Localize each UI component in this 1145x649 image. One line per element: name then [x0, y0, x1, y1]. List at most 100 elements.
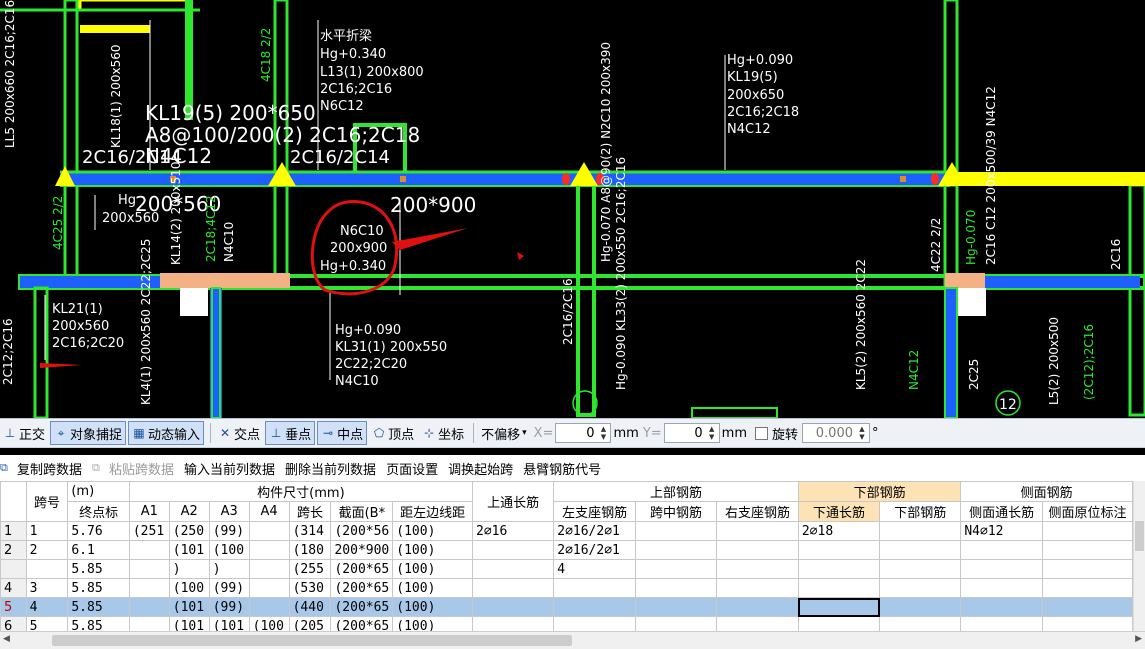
- cell-side-through[interactable]: [960, 559, 1044, 579]
- cell-side-original[interactable]: [1042, 616, 1133, 631]
- header-a4[interactable]: A4: [248, 501, 290, 522]
- cell-bottom[interactable]: [879, 559, 962, 579]
- copy-span-button[interactable]: ⧉ 复制跨数据: [0, 459, 82, 478]
- cell-right-support[interactable]: [716, 597, 799, 617]
- cell-mid[interactable]: [634, 578, 718, 598]
- cell-a4[interactable]: [248, 521, 290, 541]
- header-bottom[interactable]: 下部钢筋: [879, 501, 962, 522]
- cell-mid[interactable]: [634, 540, 718, 560]
- cell-right-support[interactable]: [716, 540, 799, 560]
- cell-bottom[interactable]: [879, 540, 962, 560]
- cell-top-through[interactable]: [471, 616, 555, 631]
- midpoint-button[interactable]: ⊸ 中点: [317, 421, 368, 445]
- cell-coord[interactable]: 5.85: [67, 559, 130, 579]
- cell-section[interactable]: 200*900: [330, 540, 394, 560]
- cell-side-original[interactable]: [1042, 578, 1133, 598]
- cell-a2[interactable]: ): [168, 559, 210, 579]
- cell-span[interactable]: 3: [25, 578, 69, 598]
- cell-left-support[interactable]: [553, 616, 636, 631]
- cell-a1[interactable]: [128, 578, 170, 598]
- x-input[interactable]: 0 ▲ ▼: [555, 423, 612, 443]
- rotate-input[interactable]: 0.000 ▲ ▼: [802, 423, 870, 443]
- scroll-thumb[interactable]: [52, 635, 572, 646]
- page-setup-button[interactable]: 页面设置: [386, 459, 438, 478]
- header-side-group[interactable]: 侧面钢筋: [960, 481, 1133, 502]
- cell-right-support[interactable]: [716, 521, 799, 541]
- header-rownum[interactable]: [0, 481, 27, 522]
- cell-side-through[interactable]: N4⌀12: [960, 521, 1044, 541]
- header-length[interactable]: 跨长: [288, 501, 332, 522]
- input-column-button[interactable]: 输入当前列数据: [184, 459, 275, 478]
- cell-span[interactable]: 1: [25, 521, 69, 541]
- header-bottom-group[interactable]: 下部钢筋: [797, 481, 962, 502]
- cell-bottom-through[interactable]: [797, 559, 881, 579]
- cell-a3[interactable]: ): [208, 559, 250, 579]
- cell-bottom[interactable]: [879, 578, 962, 598]
- header-section[interactable]: 截面(B*: [330, 501, 394, 522]
- cell-coord[interactable]: 5.85: [67, 616, 130, 631]
- table-row[interactable]: 5 4 5.85 (101 (99) (440 (200*65 (100): [0, 597, 1133, 617]
- cell-span[interactable]: [25, 559, 69, 579]
- cell-a2[interactable]: (101: [168, 616, 210, 631]
- cell-a2[interactable]: (100: [168, 578, 210, 598]
- row-number[interactable]: 4: [0, 578, 27, 598]
- cell-right-support[interactable]: [716, 616, 799, 631]
- cell-length[interactable]: (440: [288, 597, 332, 617]
- header-a2[interactable]: A2: [168, 501, 210, 522]
- cell-left-support[interactable]: [553, 597, 636, 617]
- cell-a2[interactable]: (101: [168, 540, 210, 560]
- cell-span[interactable]: 4: [25, 597, 69, 617]
- cell-a3[interactable]: (99): [208, 578, 250, 598]
- table-row[interactable]: 4 3 5.85 (100 (99) (530 (200*65 (100): [0, 578, 1133, 598]
- cell-length[interactable]: (314: [288, 521, 332, 541]
- cell-right-support[interactable]: [716, 559, 799, 579]
- cell-a3[interactable]: (99): [208, 521, 250, 541]
- cell-top-through[interactable]: [471, 540, 555, 560]
- cell-section[interactable]: (200*65: [330, 578, 394, 598]
- cell-side-through[interactable]: [960, 616, 1044, 631]
- cell-a1[interactable]: [128, 559, 170, 579]
- cell-side-original[interactable]: [1042, 559, 1133, 579]
- header-left-support[interactable]: 左支座钢筋: [553, 501, 636, 522]
- cell-a4[interactable]: [248, 597, 290, 617]
- cell-a3[interactable]: (99): [208, 597, 250, 617]
- cell-length[interactable]: (255: [288, 559, 332, 579]
- cell-side-original[interactable]: [1042, 597, 1133, 617]
- header-offset[interactable]: 距左边线距: [392, 501, 473, 522]
- scroll-right-icon[interactable]: ▶: [1135, 634, 1142, 644]
- intersection-button[interactable]: ✕ 交点: [215, 421, 263, 445]
- header-span[interactable]: 跨号: [25, 481, 69, 522]
- cell-a2[interactable]: (101: [168, 597, 210, 617]
- cell-coord[interactable]: 5.85: [67, 597, 130, 617]
- cell-bottom-through[interactable]: [797, 616, 881, 631]
- cell-section[interactable]: (200*65: [330, 597, 394, 617]
- cell-a1[interactable]: [128, 616, 170, 631]
- row-number[interactable]: 6: [0, 616, 27, 631]
- cell-mid[interactable]: [634, 559, 718, 579]
- cell-bottom[interactable]: [879, 616, 962, 631]
- y-input[interactable]: 0 ▲ ▼: [663, 423, 720, 443]
- cell-length[interactable]: (530: [288, 578, 332, 598]
- header-side-original[interactable]: 侧面原位标注: [1042, 501, 1133, 522]
- cell-top-through[interactable]: 2⌀16: [471, 521, 555, 541]
- table-row[interactable]: 5.85)) (255 (200*65 (100) 4: [0, 559, 1133, 579]
- cell-bottom-through[interactable]: [797, 540, 881, 560]
- cell-offset[interactable]: (100): [392, 521, 473, 541]
- header-a3[interactable]: A3: [208, 501, 250, 522]
- header-a1[interactable]: A1: [128, 501, 170, 522]
- cell-a3[interactable]: (101: [208, 616, 250, 631]
- row-number[interactable]: [0, 559, 27, 579]
- cell-top-through[interactable]: [471, 559, 555, 579]
- header-size-group[interactable]: 构件尺寸(mm): [128, 481, 474, 502]
- cell-bottom[interactable]: [879, 521, 962, 541]
- rotate-checkbox[interactable]: [754, 426, 768, 440]
- cad-drawing-canvas[interactable]: 水平折梁 Hg+0.340 L13(1) 200x800 2C16;2C16 N…: [0, 0, 1145, 418]
- cell-a4[interactable]: (100: [248, 616, 290, 631]
- cell-bottom-through[interactable]: [797, 578, 881, 598]
- spinner-icon[interactable]: ▲ ▼: [706, 425, 718, 441]
- row-number[interactable]: 5: [0, 597, 27, 617]
- cell-mid[interactable]: [634, 616, 718, 631]
- cell-bottom-through[interactable]: [797, 597, 881, 617]
- row-number[interactable]: 2: [0, 540, 27, 560]
- cell-length[interactable]: (180: [288, 540, 332, 560]
